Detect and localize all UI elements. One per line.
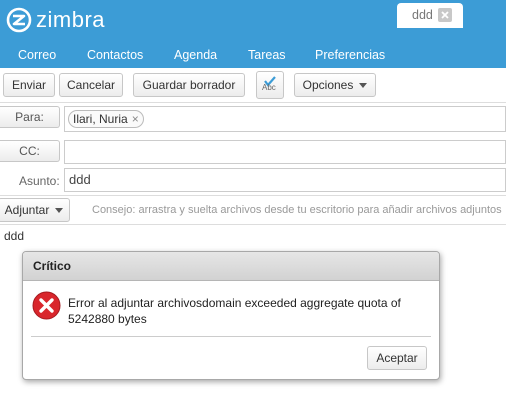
recipient-chip-label: Ilari, Nuria xyxy=(73,112,128,126)
critical-dialog: Crítico Error al adjuntar archivosdomain… xyxy=(22,251,440,380)
recipient-chip[interactable]: Ilari, Nuria × xyxy=(68,110,144,128)
cc-field[interactable] xyxy=(64,140,506,164)
spellcheck-label: Abc xyxy=(262,83,276,92)
chevron-down-icon xyxy=(55,208,64,214)
cc-address-button[interactable]: CC: xyxy=(0,140,60,162)
compose-toolbar: Enviar Cancelar Guardar borrador Abc Opc… xyxy=(0,68,506,103)
attach-dropdown[interactable]: Adjuntar xyxy=(0,198,70,222)
tab-compose-label: ddd xyxy=(412,8,433,22)
zimbra-logo-icon xyxy=(6,7,32,33)
tab-contactos[interactable]: Contactos xyxy=(87,42,143,68)
accept-button[interactable]: Aceptar xyxy=(367,346,427,370)
main-tabs: Correo Contactos Agenda Tareas Preferenc… xyxy=(0,42,506,68)
options-label: Opciones xyxy=(302,78,354,92)
to-address-button[interactable]: Para: xyxy=(0,106,60,128)
tab-preferencias[interactable]: Preferencias xyxy=(315,42,385,68)
attachment-row: Adjuntar Consejo: arrastra y suelta arch… xyxy=(0,195,506,225)
subject-label: Asunto: xyxy=(19,174,60,188)
dialog-divider xyxy=(31,336,431,337)
options-dropdown[interactable]: Opciones xyxy=(294,73,376,97)
tab-agenda[interactable]: Agenda xyxy=(174,42,217,68)
zimbra-logo[interactable]: zimbra xyxy=(4,6,105,34)
subject-input[interactable]: ddd xyxy=(64,168,506,192)
message-body[interactable]: ddd xyxy=(4,229,24,243)
attach-label: Adjuntar xyxy=(4,203,50,217)
tab-close-icon[interactable] xyxy=(438,8,452,22)
remove-recipient-icon[interactable]: × xyxy=(132,112,139,126)
tab-correo[interactable]: Correo xyxy=(18,42,56,68)
dialog-title: Crítico xyxy=(23,252,439,281)
logo-text: zimbra xyxy=(36,7,106,32)
tab-tareas[interactable]: Tareas xyxy=(248,42,286,68)
save-draft-button[interactable]: Guardar borrador xyxy=(133,73,245,97)
attach-hint: Consejo: arrastra y suelta archivos desd… xyxy=(92,204,502,216)
chevron-down-icon xyxy=(359,83,368,89)
spellcheck-button[interactable]: Abc xyxy=(256,71,284,99)
error-message: Error al adjuntar archivosdomain exceede… xyxy=(68,296,401,326)
cancel-button[interactable]: Cancelar xyxy=(59,73,123,97)
send-button[interactable]: Enviar xyxy=(3,73,55,97)
error-icon xyxy=(32,291,61,320)
tab-compose-ddd[interactable]: ddd xyxy=(397,3,463,28)
